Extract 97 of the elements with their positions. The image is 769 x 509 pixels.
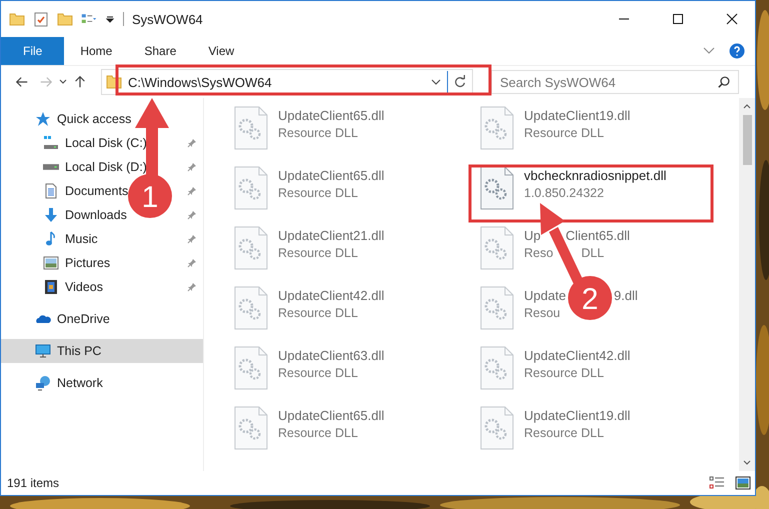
item-count: 191 items	[7, 476, 60, 490]
properties-icon[interactable]	[33, 11, 49, 27]
scrollbar[interactable]	[739, 98, 755, 471]
dll-file-icon[interactable]	[234, 166, 268, 210]
file-name: UpdateClient42.dll	[278, 288, 384, 303]
pin-icon[interactable]	[187, 258, 197, 268]
help-icon[interactable]	[729, 43, 745, 59]
file-name: Up	[524, 228, 541, 243]
document-icon	[43, 183, 59, 199]
scroll-down-icon[interactable]	[743, 460, 751, 465]
dll-file-icon[interactable]	[480, 286, 514, 330]
address-path: C:\Windows\SysWOW64	[128, 74, 273, 90]
drive-icon	[43, 135, 59, 151]
pin-icon[interactable]	[187, 162, 197, 172]
file-detail: Resource DLL	[278, 246, 358, 260]
step-badge: 2	[568, 276, 612, 320]
dropdown-icon[interactable]	[105, 14, 115, 24]
step-badge: 1	[128, 174, 172, 218]
sidebar-item[interactable]: Videos	[43, 279, 103, 295]
scroll-thumb[interactable]	[742, 115, 752, 165]
details-view-icon[interactable]	[709, 476, 725, 490]
expand-ribbon-icon[interactable]	[703, 47, 715, 55]
large-icons-view-icon[interactable]	[735, 476, 751, 490]
dll-file-icon[interactable]	[480, 406, 514, 450]
folder-icon[interactable]	[9, 11, 25, 27]
pin-icon[interactable]	[187, 210, 197, 220]
search-field[interactable]: Search SysWOW64	[491, 70, 739, 94]
dll-file-icon[interactable]	[234, 286, 268, 330]
drive-icon	[43, 164, 59, 170]
file-name: UpdateClient21.dll	[278, 228, 384, 243]
film-icon	[43, 279, 59, 295]
file-name: UpdateClient65.dll	[278, 108, 384, 123]
star-icon	[35, 111, 51, 127]
sidebar-item[interactable]: Documents	[43, 183, 128, 199]
dll-file-icon[interactable]	[480, 346, 514, 390]
dll-file-icon[interactable]	[480, 166, 514, 210]
sidebar-item[interactable]: This PC	[1, 339, 203, 363]
file-detail: Resource DLL	[278, 126, 358, 140]
pictures-icon	[43, 255, 59, 271]
recent-icon[interactable]	[59, 78, 67, 86]
file-name: Update	[524, 288, 566, 303]
new-folder-icon[interactable]	[57, 11, 73, 27]
pin-icon[interactable]	[187, 138, 197, 148]
file-detail: Resource DLL	[278, 306, 358, 320]
sidebar-item[interactable]: Pictures	[43, 255, 110, 271]
back-icon[interactable]	[15, 75, 29, 89]
ribbon-tab[interactable]: Share	[128, 37, 192, 65]
file-detail: Reso	[524, 246, 554, 260]
file-detail: Resource DLL	[278, 426, 358, 440]
ribbon-tab[interactable]: Home	[64, 37, 128, 65]
sidebar-item[interactable]: Downloads	[43, 207, 127, 223]
search-icon	[717, 75, 731, 89]
file-detail: Resource DLL	[278, 366, 358, 380]
up-icon[interactable]	[73, 75, 87, 89]
file-detail: DLL	[581, 246, 604, 260]
file-name: UpdateClient42.dll	[524, 348, 630, 363]
file-detail: Resource DLL	[524, 426, 604, 440]
file-name: UpdateClient65.dll	[278, 168, 384, 183]
file-detail: Resource DLL	[524, 126, 604, 140]
file-detail: Resource DLL	[278, 186, 358, 200]
pin-icon[interactable]	[187, 234, 197, 244]
sidebar-item[interactable]: OneDrive	[35, 311, 110, 327]
pin-icon[interactable]	[187, 186, 197, 196]
dll-file-icon[interactable]	[234, 106, 268, 150]
sidebar-item[interactable]: Network	[35, 375, 103, 391]
address-bar[interactable]: C:\Windows\SysWOW64	[101, 69, 473, 95]
file-name: Client65.dll	[566, 228, 630, 243]
dll-file-icon[interactable]	[234, 346, 268, 390]
file-detail: Resource DLL	[524, 366, 604, 380]
close-icon[interactable]	[726, 13, 738, 25]
network-icon	[35, 375, 51, 391]
download-icon	[43, 207, 59, 223]
pin-icon[interactable]	[187, 282, 197, 292]
window-title: SysWOW64	[132, 12, 203, 26]
file-detail: 1.0.850.24322	[524, 186, 604, 200]
file-name: UpdateClient19.dll	[524, 408, 630, 423]
sidebar-item[interactable]: Local Disk (D:)	[43, 159, 147, 175]
chevron-icon[interactable]	[431, 79, 441, 85]
sidebar-item[interactable]: Quick access	[35, 111, 132, 127]
file-name: vbchecknradiosnippet.dll	[524, 168, 666, 183]
dll-file-icon[interactable]	[480, 226, 514, 270]
forward-icon[interactable]	[39, 75, 53, 89]
file-name: UpdateClient19.dll	[524, 108, 630, 123]
scroll-up-icon[interactable]	[743, 104, 751, 109]
file-name: 9.dll	[614, 288, 638, 303]
ribbon-tab[interactable]: View	[192, 37, 250, 65]
computer-icon	[35, 343, 51, 359]
maximize-icon[interactable]	[672, 13, 684, 25]
file-detail: Resou	[524, 306, 560, 320]
dll-file-icon[interactable]	[234, 406, 268, 450]
dll-file-icon[interactable]	[234, 226, 268, 270]
sidebar-item[interactable]: Local Disk (C:)	[43, 135, 147, 151]
file-name: UpdateClient63.dll	[278, 348, 384, 363]
ribbon-tab[interactable]: File	[1, 37, 64, 65]
file-name: UpdateClient65.dll	[278, 408, 384, 423]
sidebar-item[interactable]: Music	[43, 231, 98, 247]
dll-file-icon[interactable]	[480, 106, 514, 150]
